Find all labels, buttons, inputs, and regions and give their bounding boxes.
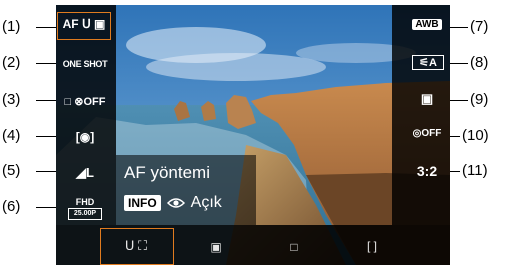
movie-size-top: FHD	[75, 197, 95, 207]
eye-icon	[166, 198, 185, 208]
info-hint-row: INFO Açık	[124, 194, 222, 212]
option-1-point-af[interactable]: □	[274, 240, 314, 254]
drive-mode-setting[interactable]: □ ⊗OFF	[56, 95, 114, 108]
callout-5: (5)	[2, 162, 21, 179]
leader-line-2	[36, 63, 58, 64]
face-tracking-icon: ᑌ ▣	[81, 17, 106, 31]
info-button-label[interactable]: INFO	[124, 195, 161, 211]
callout-9: (9)	[470, 91, 489, 108]
aspect-ratio-setting[interactable]: 3:2	[408, 163, 446, 179]
callout-7: (7)	[470, 18, 489, 35]
leader-line-5	[36, 171, 58, 172]
setting-value: Açık	[190, 194, 222, 211]
callout-10: (10)	[462, 127, 489, 144]
right-settings-panel	[392, 5, 450, 225]
option-face-tracking[interactable]: ᑌ ⛶	[100, 238, 172, 254]
image-quality-setting[interactable]: ◢L	[56, 165, 114, 181]
af-operation-setting[interactable]: ONE SHOT	[56, 59, 114, 69]
picture-style-value: A	[428, 57, 437, 69]
option-spot-af[interactable]: ▣	[196, 240, 236, 254]
callout-2: (2)	[2, 54, 21, 71]
auto-lighting-optimizer-icon[interactable]: ▣	[412, 91, 442, 107]
leader-line-6	[36, 207, 58, 208]
option-zone-af[interactable]: [ ]	[352, 239, 392, 253]
callout-6: (6)	[2, 198, 21, 215]
leader-line-4	[36, 136, 58, 137]
callout-1: (1)	[2, 18, 21, 35]
leader-line-1	[36, 27, 58, 28]
af-method-setting[interactable]: AF ᑌ ▣	[60, 17, 108, 31]
setting-title: AF yöntemi	[124, 163, 210, 182]
leader-line-9	[448, 100, 468, 101]
picture-style-setting[interactable]: ⚟A	[412, 55, 444, 70]
callout-8: (8)	[470, 54, 489, 71]
picture-style-icon: ⚟	[419, 57, 429, 69]
lens-aberration-correction-icon[interactable]: ◎OFF	[408, 128, 446, 139]
leader-line-3	[36, 100, 58, 101]
camera-screen: AF ᑌ ▣ ONE SHOT □ ⊗OFF [◉] ◢L FHD 25.00P…	[56, 5, 450, 265]
metering-mode-icon[interactable]: [◉]	[56, 130, 114, 144]
callout-4: (4)	[2, 127, 21, 144]
leader-line-7	[448, 27, 468, 28]
movie-size-framerate: 25.00P	[68, 208, 102, 220]
af-method-label: AF	[62, 17, 79, 31]
movie-size-setting[interactable]: FHD 25.00P	[56, 197, 114, 220]
leader-line-8	[448, 63, 468, 64]
callout-11: (11)	[462, 162, 488, 179]
white-balance-setting[interactable]: AWB	[412, 19, 442, 30]
callout-3: (3)	[2, 91, 21, 108]
